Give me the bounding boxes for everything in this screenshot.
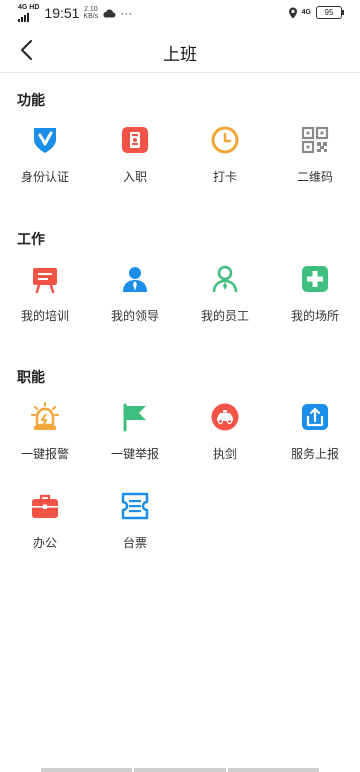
signal-bars-icon: [18, 12, 39, 22]
grid-item-enforcement[interactable]: 执剑: [180, 402, 270, 462]
grid-item-label: 我的领导: [110, 309, 159, 323]
speed-unit: KB/s: [83, 13, 99, 20]
upload-box-icon: [302, 404, 328, 430]
cloud-icon: [103, 9, 116, 18]
gesture-bar-segment: [134, 768, 226, 772]
medical-cross-icon: [302, 266, 328, 292]
grid-item-label: 一键举报: [110, 447, 159, 461]
leader-icon: [123, 267, 147, 292]
grid-item-label: 我的员工: [200, 309, 249, 323]
status-bar: 4G HD 19:51 2.10 KB/s ··· 4G 95: [0, 0, 360, 28]
grid-item-qrcode[interactable]: 二维码: [270, 125, 360, 185]
flag-icon: [123, 403, 146, 432]
grid-item-report[interactable]: 一键举报: [90, 402, 180, 462]
grid-item-office[interactable]: 办公: [0, 491, 90, 551]
lte-indicator: 4G: [301, 9, 311, 16]
grid-item-my-leader[interactable]: 我的领导: [90, 264, 180, 324]
grid-item-ticket[interactable]: 台票: [90, 491, 180, 551]
grid-item-my-training[interactable]: 我的培训: [0, 264, 90, 324]
location-icon: [288, 7, 297, 18]
grid-item-onboarding[interactable]: 入职: [90, 125, 180, 185]
speed-value: 2.10: [84, 6, 98, 13]
grid-item-label: 执剑: [212, 447, 237, 461]
alarm-siren-icon: [31, 402, 59, 430]
qr-code-icon: [301, 126, 329, 154]
grid-item-my-venue[interactable]: 我的场所: [270, 264, 360, 324]
grid-item-label: 二维码: [296, 170, 333, 184]
training-board-icon: [33, 268, 57, 294]
grid-item-clock-in[interactable]: 打卡: [180, 125, 270, 185]
gesture-bar-segment: [41, 768, 133, 772]
clock: 19:51: [44, 5, 80, 21]
section-title-work: 工作: [17, 231, 45, 247]
grid-item-service-report[interactable]: 服务上报: [270, 402, 360, 462]
grid-item-label: 我的培训: [20, 309, 69, 323]
staff-icon: [212, 265, 238, 293]
badge-icon: [122, 127, 148, 153]
section-title-functions: 功能: [17, 92, 45, 108]
gesture-bar[interactable]: [40, 768, 320, 772]
police-car-icon: [211, 403, 239, 431]
network-speed: 2.10 KB/s: [83, 6, 98, 20]
verified-shield-icon: [34, 128, 56, 153]
section-title-duties: 职能: [17, 369, 45, 385]
network-type: 4G HD: [18, 4, 40, 11]
gesture-bar-segment: [227, 768, 319, 772]
grid-item-alarm[interactable]: 一键报警: [0, 402, 90, 462]
briefcase-icon: [32, 494, 58, 518]
grid-item-label: 服务上报: [290, 447, 339, 461]
grid-item-label: 办公: [32, 536, 57, 550]
clock-icon: [211, 126, 239, 154]
grid-item-my-staff[interactable]: 我的员工: [180, 264, 270, 324]
grid-item-label: 台票: [122, 536, 147, 550]
grid-item-label: 入职: [122, 170, 147, 184]
header: 上班: [0, 28, 360, 73]
ticket-icon: [121, 492, 149, 520]
grid-item-label: 打卡: [212, 170, 237, 184]
grid-item-label: 一键报警: [20, 447, 69, 461]
signal-indicator: 4G HD: [18, 4, 39, 22]
page-title: 上班: [163, 45, 197, 64]
battery-icon: 95: [316, 6, 344, 19]
grid-item-label: 我的场所: [290, 309, 339, 323]
grid-item-label: 身份认证: [20, 170, 69, 184]
grid-item-identity[interactable]: 身份认证: [0, 125, 90, 185]
battery-level: 95: [324, 8, 334, 17]
more-notifications-icon: ···: [120, 6, 133, 20]
